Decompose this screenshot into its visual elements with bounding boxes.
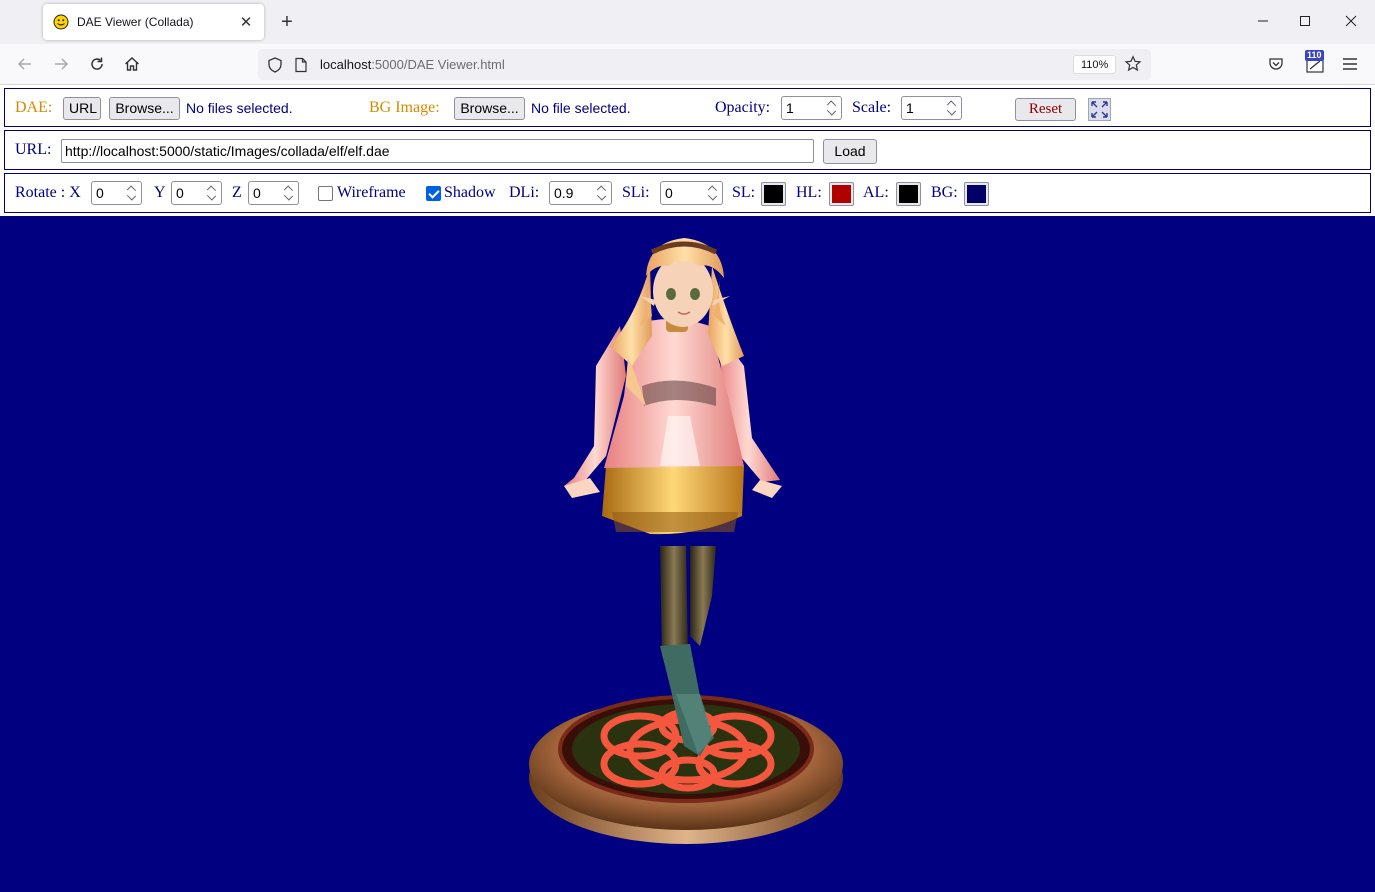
opacity-label: Opacity:: [715, 99, 771, 116]
shadow-label: Shadow: [444, 184, 496, 201]
smiley-favicon-icon: [53, 14, 69, 30]
wireframe-label: Wireframe: [337, 184, 406, 201]
rotate-z-label: Z: [232, 184, 242, 201]
al-color-picker[interactable]: [896, 182, 921, 206]
sl-label: SL:: [732, 184, 756, 201]
bg-color-label: BG:: [931, 184, 958, 201]
extension-icon[interactable]: 110: [1304, 50, 1326, 75]
browser-tab[interactable]: DAE Viewer (Collada) ✕: [43, 4, 264, 40]
page-icon[interactable]: [294, 57, 308, 73]
scale-spinner-icon[interactable]: [945, 99, 957, 117]
dae-url-input[interactable]: http://localhost:5000/static/Images/coll…: [61, 139, 814, 163]
transform-lighting-panel: Rotate : X 0 Y 0 Z 0 Wireframe Shadow DL…: [4, 173, 1371, 213]
shadow-checkbox[interactable]: [426, 186, 441, 201]
dli-input[interactable]: 0.9: [549, 181, 612, 205]
zoom-level[interactable]: 110%: [1073, 55, 1117, 74]
rotate-y-label: Y: [154, 184, 166, 201]
rotate-y-input[interactable]: 0: [171, 181, 222, 205]
rotate-x-spinner-icon[interactable]: [125, 184, 137, 202]
bg-image-browse-button[interactable]: Browse...: [454, 97, 525, 120]
dae-url-button[interactable]: URL: [63, 97, 101, 120]
sli-spinner-icon[interactable]: [706, 184, 718, 202]
opacity-spinner-icon[interactable]: [825, 99, 837, 117]
bg-file-status: No file selected.: [531, 100, 631, 116]
bg-color-swatch: [967, 185, 986, 203]
new-tab-icon[interactable]: +: [277, 10, 297, 34]
tab-title: DAE Viewer (Collada): [77, 15, 194, 29]
shield-icon[interactable]: [266, 56, 284, 74]
dae-label: DAE:: [15, 99, 53, 116]
rotate-z-spinner-icon[interactable]: [282, 184, 294, 202]
wireframe-checkbox[interactable]: [318, 186, 333, 201]
home-icon[interactable]: [121, 53, 143, 75]
sl-color-swatch: [764, 185, 783, 203]
tab-close-icon[interactable]: ✕: [238, 13, 254, 31]
dae-browse-button[interactable]: Browse...: [109, 97, 180, 120]
al-label: AL:: [863, 184, 889, 201]
minimize-icon[interactable]: [1253, 11, 1273, 31]
rotate-x-input[interactable]: 0: [91, 181, 142, 205]
url-text[interactable]: localhost:5000/DAE Viewer.html: [320, 57, 505, 72]
hl-color-swatch: [832, 185, 851, 203]
bg-color-picker[interactable]: [964, 182, 989, 206]
dli-spinner-icon[interactable]: [595, 184, 607, 202]
3d-viewport[interactable]: [0, 216, 1375, 892]
rotate-y-spinner-icon[interactable]: [205, 184, 217, 202]
reload-icon[interactable]: [86, 53, 108, 75]
url-label: URL:: [15, 141, 52, 158]
sli-input[interactable]: 0: [660, 181, 723, 205]
window-close-icon[interactable]: [1341, 11, 1361, 31]
dli-label: DLi:: [509, 184, 540, 201]
url-panel: URL: http://localhost:5000/static/Images…: [4, 130, 1371, 170]
reset-button[interactable]: Reset: [1015, 98, 1076, 121]
al-color-swatch: [899, 185, 918, 203]
forward-arrow-icon[interactable]: [50, 53, 72, 75]
extension-badge: 110: [1305, 50, 1324, 61]
hl-label: HL:: [796, 184, 822, 201]
maximize-icon[interactable]: [1295, 11, 1315, 31]
rotate-x-label: Rotate : X: [15, 184, 81, 201]
dae-file-status: No files selected.: [186, 100, 293, 116]
file-controls-panel: DAE: URL Browse... No files selected. BG…: [4, 88, 1371, 127]
scale-label: Scale:: [852, 99, 892, 116]
fullscreen-icon[interactable]: [1088, 98, 1111, 121]
page-content: DAE: URL Browse... No files selected. BG…: [0, 85, 1375, 892]
sl-color-picker[interactable]: [761, 182, 786, 206]
rotate-z-input[interactable]: 0: [248, 181, 299, 205]
address-bar[interactable]: localhost:5000/DAE Viewer.html 110%: [258, 49, 1151, 80]
controls-area: DAE: URL Browse... No files selected. BG…: [0, 85, 1375, 216]
sli-label: SLi:: [622, 184, 650, 201]
back-arrow-icon[interactable]: [14, 53, 36, 75]
scale-input[interactable]: 1: [901, 96, 962, 120]
bg-image-label: BG Image:: [369, 99, 440, 116]
3d-model-render: [529, 238, 843, 844]
pocket-icon[interactable]: [1265, 53, 1287, 75]
hl-color-picker[interactable]: [829, 182, 854, 206]
opacity-input[interactable]: 1: [781, 96, 842, 120]
menu-icon[interactable]: [1339, 53, 1361, 75]
tab-bar: DAE Viewer (Collada) ✕ +: [0, 0, 1375, 44]
load-button[interactable]: Load: [823, 139, 877, 164]
navigation-bar: localhost:5000/DAE Viewer.html 110% 110: [0, 44, 1375, 85]
bookmark-star-icon[interactable]: [1124, 55, 1142, 73]
